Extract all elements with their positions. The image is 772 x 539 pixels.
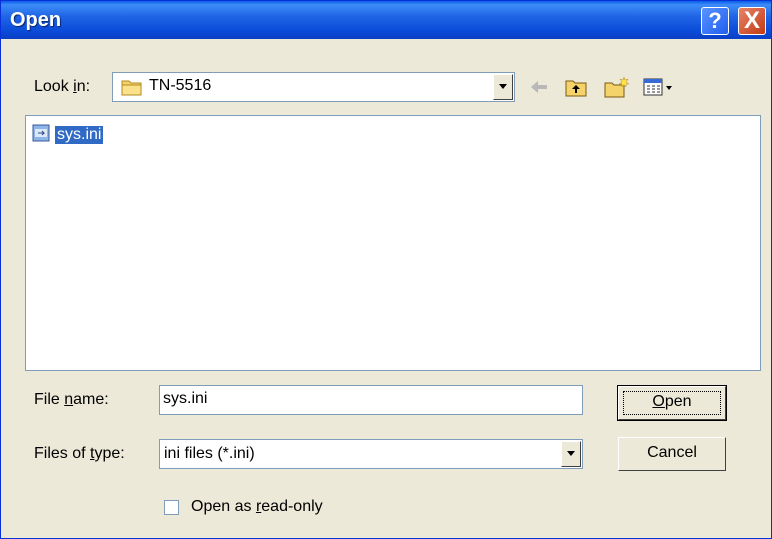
back-arrow-icon[interactable] bbox=[527, 75, 551, 99]
look-in-value: TN-5516 bbox=[149, 77, 212, 94]
folder-icon bbox=[121, 78, 143, 101]
file-type-value: ini files (*.ini) bbox=[164, 445, 255, 462]
help-button[interactable]: ? bbox=[701, 7, 729, 35]
look-in-label: Look in: bbox=[34, 78, 91, 95]
file-list[interactable]: sys.ini bbox=[25, 115, 761, 371]
file-name-field[interactable]: sys.ini bbox=[159, 385, 583, 415]
open-button[interactable]: Open bbox=[618, 386, 726, 420]
close-icon: X bbox=[743, 7, 760, 34]
new-folder-icon[interactable] bbox=[603, 75, 630, 99]
read-only-label[interactable]: Open as read-only bbox=[191, 498, 323, 516]
up-folder-icon[interactable] bbox=[564, 75, 588, 99]
ini-file-icon bbox=[32, 123, 52, 148]
look-in-dropdown-button[interactable] bbox=[493, 74, 513, 100]
open-dialog: Open ? X Look in: TN-5516 sys.ini File n… bbox=[0, 0, 772, 539]
file-name-label: File name: bbox=[34, 391, 109, 408]
close-button[interactable]: X bbox=[738, 7, 766, 35]
title-bar[interactable]: Open ? X bbox=[1, 1, 771, 39]
files-of-type-label: Files of type: bbox=[34, 445, 125, 462]
list-item[interactable]: sys.ini bbox=[32, 123, 104, 148]
read-only-checkbox[interactable] bbox=[164, 500, 179, 515]
help-icon: ? bbox=[708, 8, 722, 33]
view-menu-icon[interactable] bbox=[642, 75, 676, 99]
look-in-combo[interactable]: TN-5516 bbox=[112, 72, 515, 102]
cancel-button[interactable]: Cancel bbox=[618, 437, 726, 471]
file-type-dropdown-button[interactable] bbox=[561, 441, 581, 467]
dialog-title: Open bbox=[10, 9, 62, 31]
file-name: sys.ini bbox=[55, 126, 104, 144]
file-type-combo[interactable]: ini files (*.ini) bbox=[159, 439, 583, 469]
